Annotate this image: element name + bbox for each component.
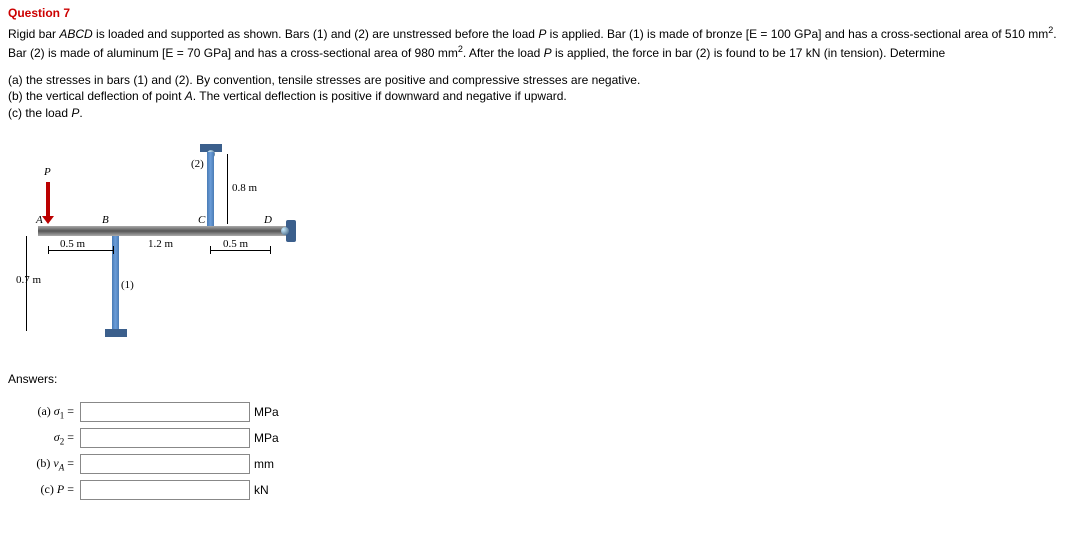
dim-line-0-8m — [227, 154, 228, 224]
p-input[interactable] — [80, 480, 250, 500]
unit-label: kN — [250, 483, 269, 497]
answer-row-sigma2: σ2 = MPa — [8, 428, 1060, 448]
unit-label: MPa — [250, 431, 279, 445]
pin-d — [281, 227, 289, 235]
problem-parts: (a) the stresses in bars (1) and (2). By… — [8, 72, 1060, 122]
problem-statement: Rigid bar ABCD is loaded and supported a… — [8, 24, 1060, 62]
label-A: A — [36, 214, 43, 226]
answers-header: Answers: — [8, 372, 1060, 386]
answer-label: σ2 = — [8, 430, 80, 446]
rigid-bar — [38, 226, 288, 236]
answer-label: (b) vA = — [8, 456, 80, 472]
answer-label: (c) P = — [8, 482, 80, 497]
label-B: B — [102, 214, 109, 226]
unit-label: mm — [250, 457, 274, 471]
sigma1-input[interactable] — [80, 402, 250, 422]
answer-row-p: (c) P = kN — [8, 480, 1060, 500]
dim-0-8m: 0.8 m — [232, 182, 257, 194]
dim-1-2m: 1.2 m — [148, 238, 173, 250]
dim-0-5m-a: 0.5 m — [60, 238, 85, 250]
va-input[interactable] — [80, 454, 250, 474]
dim-0-5m-b: 0.5 m — [223, 238, 248, 250]
answer-row-sigma1: (a) σ1 = MPa — [8, 402, 1060, 422]
dim-0-7m: 0.7 m — [16, 274, 41, 286]
dim-line-cd — [210, 250, 270, 251]
label-bar1: (1) — [121, 279, 134, 291]
answer-row-va: (b) vA = mm — [8, 454, 1060, 474]
figure: P A B C D (1) (2) 0.5 m 1.2 m 0.5 m 0.7 … — [8, 134, 328, 354]
question-header: Question 7 — [8, 6, 1060, 20]
unit-label: MPa — [250, 405, 279, 419]
label-P: P — [44, 166, 51, 178]
load-arrow — [46, 182, 50, 218]
bar-2 — [207, 152, 214, 227]
dim-line-ab — [48, 250, 113, 251]
bottom-support — [105, 329, 127, 337]
answer-label: (a) σ1 = — [8, 404, 80, 420]
label-bar2: (2) — [191, 158, 204, 170]
label-D: D — [264, 214, 272, 226]
label-C: C — [198, 214, 205, 226]
sigma2-input[interactable] — [80, 428, 250, 448]
